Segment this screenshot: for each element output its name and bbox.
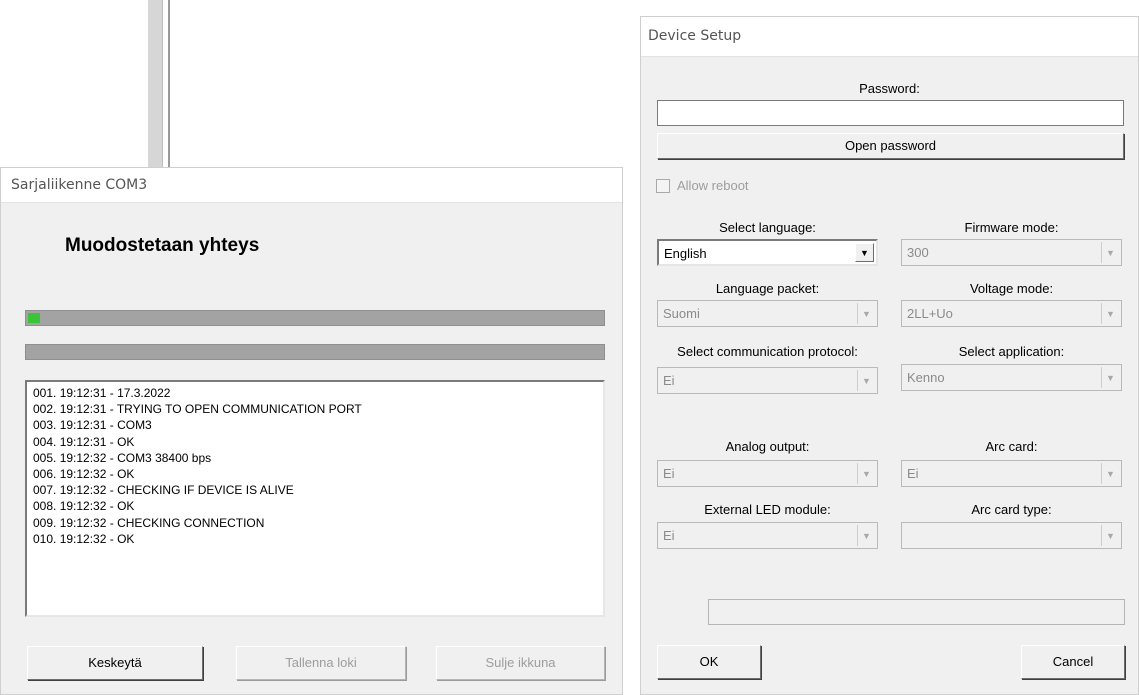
log-line: 001. 19:12:31 - 17.3.2022	[33, 386, 171, 400]
log-line: 009. 19:12:32 - CHECKING CONNECTION	[33, 515, 265, 530]
voltage-mode-dropdown[interactable]: 2LL+Uo ▼	[901, 300, 1122, 327]
arc-card-label: Arc card:	[985, 439, 1038, 454]
language-packet-label: Language packet:	[715, 281, 820, 296]
chevron-down-icon: ▼	[857, 370, 875, 391]
language-packet-dropdown[interactable]: Suomi ▼	[657, 300, 878, 327]
close-window-button[interactable]: Sulje ikkuna	[436, 646, 605, 680]
save-log-button[interactable]: Tallenna loki	[236, 646, 406, 680]
device-setup-window: Device Setup Password: Open password All…	[640, 16, 1139, 695]
open-password-button[interactable]: Open password	[657, 133, 1124, 159]
analog-output-label: Analog output:	[725, 439, 810, 454]
ok-button[interactable]: OK	[657, 645, 761, 679]
setup-title: Device Setup	[648, 28, 742, 44]
chevron-down-icon: ▼	[857, 303, 875, 324]
serial-title: Sarjaliikenne COM3	[11, 177, 148, 193]
log-line: 008. 19:12:32 - OK	[33, 499, 135, 514]
log-list[interactable]: 001. 19:12:31 - 17.3.2022 002. 19:12:31 …	[25, 380, 605, 617]
background-scrollbar	[148, 0, 163, 175]
select-language-label: Select language:	[719, 220, 816, 235]
arc-card-type-dropdown[interactable]: ▼	[901, 522, 1122, 549]
analog-output-value: Ei	[663, 466, 675, 481]
allow-reboot-checkbox[interactable]: Allow reboot	[656, 178, 749, 193]
serial-window: Sarjaliikenne COM3 Muodostetaan yhteys 0…	[0, 167, 623, 695]
analog-output-dropdown[interactable]: Ei ▼	[657, 460, 878, 487]
chevron-down-icon: ▼	[1101, 463, 1119, 484]
firmware-mode-dropdown[interactable]: 300 ▼	[901, 239, 1122, 266]
arc-card-type-label: Arc card type:	[971, 502, 1052, 517]
voltage-mode-label: Voltage mode:	[969, 281, 1054, 296]
firmware-mode-label: Firmware mode:	[964, 220, 1059, 235]
external-led-label: External LED module:	[704, 502, 831, 517]
checkbox-box	[656, 178, 670, 193]
connection-heading: Muodostetaan yhteys	[65, 235, 260, 256]
voltage-mode-value: 2LL+Uo	[907, 306, 953, 321]
abort-button[interactable]: Keskeytä	[27, 646, 203, 680]
application-value: Kenno	[907, 370, 945, 385]
secondary-progress-bar	[25, 344, 605, 360]
comm-protocol-label: Select communication protocol:	[677, 344, 858, 359]
chevron-down-icon: ▼	[1101, 525, 1119, 546]
external-led-dropdown[interactable]: Ei ▼	[657, 522, 878, 549]
background-divider	[168, 0, 170, 175]
application-label: Select application:	[958, 344, 1065, 359]
chevron-down-icon: ▼	[857, 463, 875, 484]
log-line: 004. 19:12:31 - OK	[33, 434, 135, 449]
cancel-button[interactable]: Cancel	[1021, 645, 1125, 679]
select-language-dropdown[interactable]: English ▼	[657, 239, 878, 266]
progress-fill	[28, 313, 40, 323]
arc-card-value: Ei	[907, 466, 919, 481]
external-led-value: Ei	[663, 528, 675, 543]
chevron-down-icon: ▼	[1101, 367, 1119, 388]
status-box	[708, 599, 1125, 625]
language-packet-value: Suomi	[663, 306, 700, 321]
allow-reboot-label: Allow reboot	[677, 178, 749, 193]
serial-title-bar: Sarjaliikenne COM3	[1, 168, 622, 203]
log-line: 007. 19:12:32 - CHECKING IF DEVICE IS AL…	[33, 483, 294, 498]
comm-protocol-dropdown[interactable]: Ei ▼	[657, 367, 878, 394]
application-dropdown[interactable]: Kenno ▼	[901, 364, 1122, 391]
arc-card-dropdown[interactable]: Ei ▼	[901, 460, 1122, 487]
log-line: 005. 19:12:32 - COM3 38400 bps	[33, 450, 212, 465]
setup-title-bar: Device Setup	[641, 17, 1138, 57]
log-line: 002. 19:12:31 - TRYING TO OPEN COMMUNICA…	[33, 402, 362, 417]
chevron-down-icon: ▼	[1101, 303, 1119, 324]
chevron-down-icon: ▼	[857, 525, 875, 546]
comm-protocol-value: Ei	[663, 373, 675, 388]
password-input[interactable]	[657, 100, 1124, 126]
select-language-value: English	[664, 246, 707, 261]
chevron-down-icon: ▼	[855, 243, 874, 262]
log-line: 006. 19:12:32 - OK	[33, 467, 135, 482]
log-line: 003. 19:12:31 - COM3	[33, 418, 152, 433]
firmware-mode-value: 300	[907, 245, 929, 260]
log-line: 010. 19:12:32 - OK	[33, 531, 135, 546]
password-label: Password:	[859, 81, 920, 96]
chevron-down-icon: ▼	[1101, 242, 1119, 263]
progress-bar	[25, 310, 605, 326]
